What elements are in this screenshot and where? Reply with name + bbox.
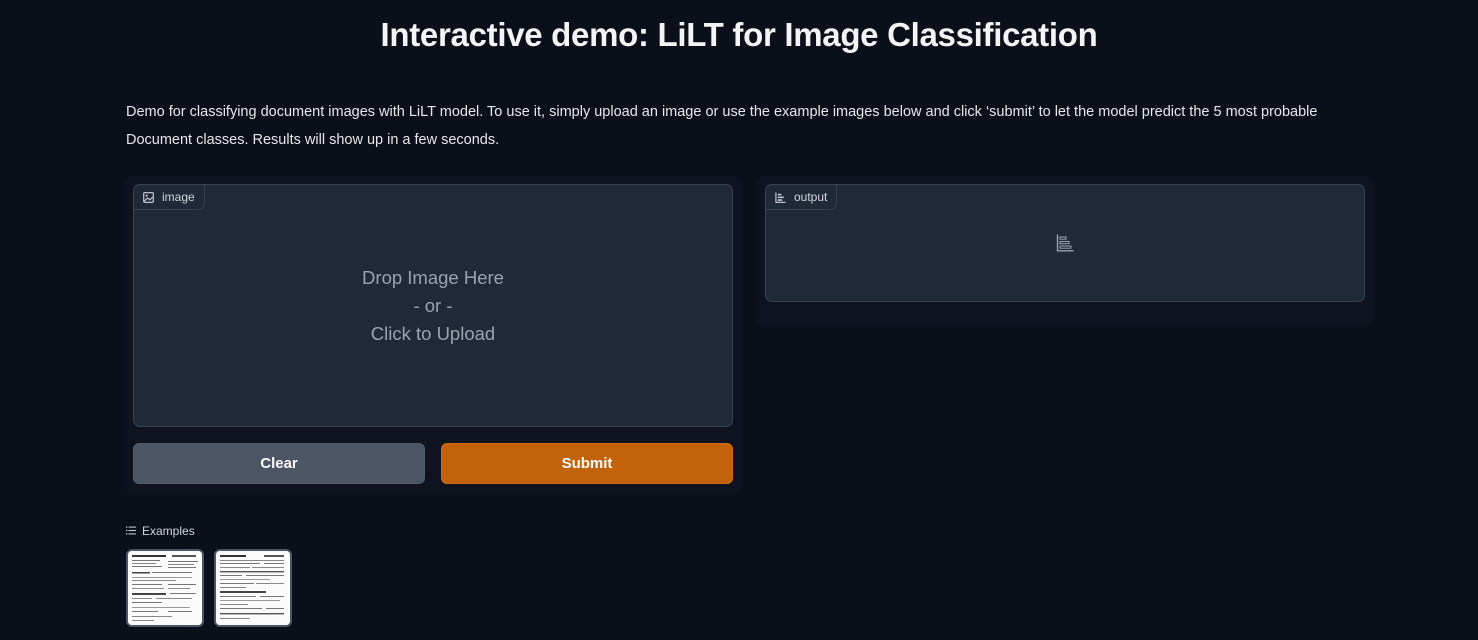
- example-thumbnail[interactable]: [126, 549, 204, 627]
- upload-instructions: Drop Image Here - or - Click to Upload: [134, 264, 732, 348]
- example-thumbnail[interactable]: [214, 549, 292, 627]
- output-label-text: output: [794, 190, 828, 204]
- bar-chart-icon: [1056, 234, 1074, 256]
- image-icon: [143, 191, 154, 203]
- app-page: Interactive demo: LiLT for Image Classif…: [0, 0, 1478, 640]
- page-description: Demo for classifying document images wit…: [126, 104, 1318, 148]
- output-block: output: [765, 184, 1365, 302]
- examples-label-text: Examples: [142, 524, 195, 538]
- submit-button[interactable]: Submit: [441, 443, 733, 484]
- examples-gallery: [126, 549, 292, 627]
- bar-chart-icon: [775, 191, 786, 203]
- image-label-text: image: [162, 190, 195, 204]
- page-title: Interactive demo: LiLT for Image Classif…: [380, 16, 1098, 53]
- or-text: - or -: [413, 295, 453, 316]
- examples-header: Examples: [126, 524, 195, 538]
- drop-image-text: Drop Image Here: [362, 267, 504, 288]
- click-to-upload-text: Click to Upload: [370, 323, 496, 344]
- list-icon: [126, 524, 136, 538]
- clear-button[interactable]: Clear: [133, 443, 425, 484]
- image-upload-dropzone[interactable]: image Drop Image Here - or - Click to Up…: [133, 184, 733, 427]
- image-block-label: image: [133, 184, 205, 210]
- output-block-label: output: [765, 184, 838, 210]
